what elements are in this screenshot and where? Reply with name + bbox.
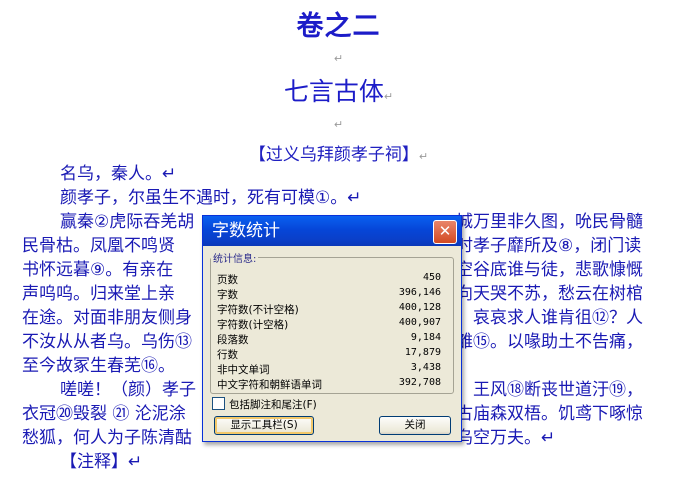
checkbox-box[interactable]: [212, 397, 225, 410]
stat-row: 字符数(不计空格) 400,128: [217, 302, 441, 316]
text-line: 空谷底谁与徒，悲歌慷慨: [456, 260, 643, 280]
text-line: 古庙森双梧。饥鸢下啄惊: [456, 404, 643, 424]
text-line: 雏⑮。以喙助土不告痛，: [456, 332, 643, 352]
text-line: 乌空万夫。↵: [456, 428, 556, 448]
paragraph-mark: ↵: [333, 52, 344, 65]
text-line: 在途。对面非朋友侧身: [22, 308, 192, 328]
close-icon[interactable]: ✕: [433, 220, 457, 244]
text-line: 至今故冢生春芜⑯。: [22, 356, 175, 376]
text-line: 愁狐，何人为子陈清酤: [22, 428, 192, 448]
stat-row: 页数 450: [217, 272, 441, 286]
include-footnotes-checkbox[interactable]: 包括脚注和尾注(F): [212, 397, 317, 412]
close-button[interactable]: 关闭: [379, 416, 451, 435]
show-toolbar-button[interactable]: 显示工具栏(S): [214, 416, 314, 435]
text-line: 民骨枯。凤凰不鸣贤: [22, 236, 175, 256]
text-line: 。哀哀求人谁肯徂⑫？人: [456, 308, 643, 328]
paragraph-mark: ↵: [333, 118, 344, 131]
stat-row: 段落数 9,184: [217, 332, 441, 346]
text-line: 赢秦②虎际吞羌胡: [60, 212, 195, 232]
text-line: 书怀远暮⑨。有亲在: [22, 260, 174, 280]
stat-row: 中文字符和朝鲜语单词 392,708: [217, 377, 441, 391]
text-line: 。王风⑱断丧世道汙⑲，: [456, 380, 643, 400]
dialog-title: 字数统计: [212, 221, 280, 241]
word-count-dialog: 字数统计 ✕ 统计信息: 页数 450 字数 396,146 字符数(不计空格) 40…: [202, 215, 462, 442]
text-line: 不汝从从者乌。乌伤⑬: [22, 332, 192, 352]
stat-row: 行数 17,879: [217, 347, 441, 361]
text-line: 时孝子靡所及⑧，闭门读: [456, 236, 642, 256]
text-line: 颜孝子，尔虽生不遇时，死有可模①。↵: [60, 188, 362, 208]
checkbox-label: 包括脚注和尾注(F): [229, 399, 317, 411]
text-line: 向天哭不苏，愁云在树棺: [456, 284, 643, 304]
stats-group-label: 统计信息:: [211, 250, 259, 265]
text-line: 衣冠⑳毁裂 ㉑ 沦泥涂: [22, 404, 186, 424]
text-line: 名乌，秦人。↵: [60, 164, 177, 184]
dialog-titlebar[interactable]: 字数统计 ✕: [203, 216, 461, 246]
stat-row: 非中文单词 3,438: [217, 362, 441, 376]
heading-volume: 卷之二: [296, 11, 381, 42]
heading-section: 七言古体↵: [283, 77, 394, 106]
text-line: 城万里非久图，吮民骨髓: [456, 212, 643, 232]
stat-row: 字数 396,146: [217, 287, 441, 301]
text-line: 嗟嗟！（颜）孝子: [60, 380, 196, 400]
stat-row: 字符数(计空格) 400,907: [217, 317, 441, 331]
text-line: 声呜呜。归来堂上亲: [22, 284, 175, 304]
notes-heading: 【注释】↵: [60, 452, 143, 472]
